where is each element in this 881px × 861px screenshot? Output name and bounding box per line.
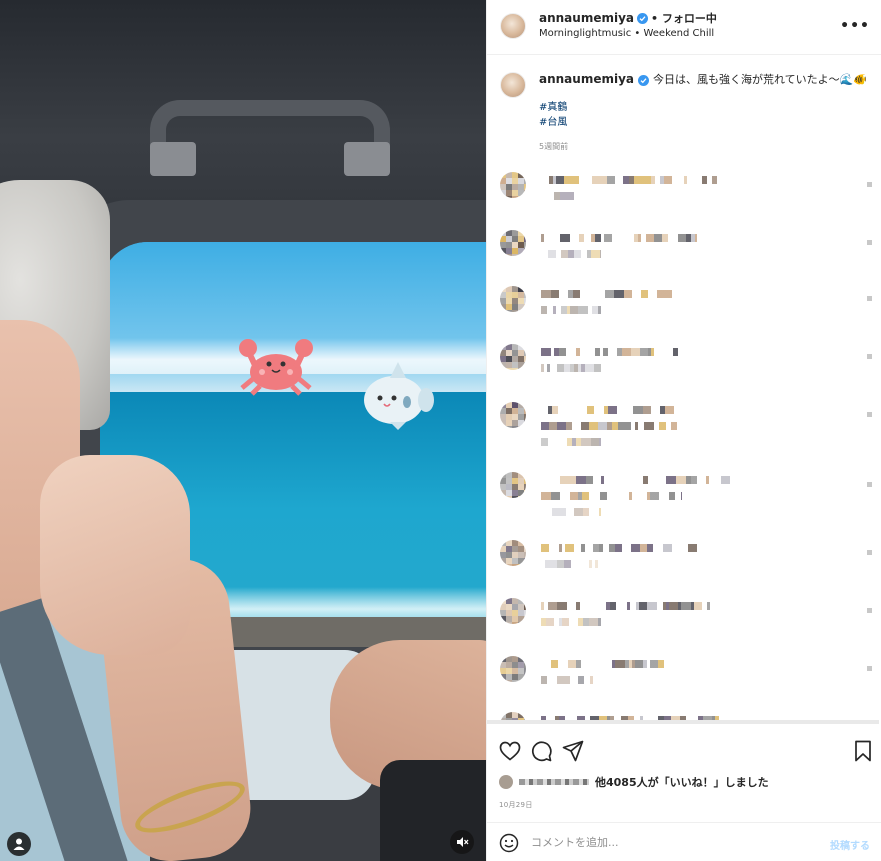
comment-row[interactable] <box>487 594 881 650</box>
caption-body: 今日は、風も強く海が荒れていたよ〜🌊🐠 <box>653 73 868 86</box>
pixelated-comment-meta <box>541 560 601 568</box>
share-button[interactable] <box>562 740 584 762</box>
heart-icon <box>499 741 521 761</box>
comment-row[interactable] <box>487 398 881 454</box>
pixelated-comment-text <box>541 406 675 414</box>
commenter-avatar[interactable] <box>500 344 526 370</box>
comment-row[interactable] <box>487 226 881 282</box>
pixelated-comment-meta <box>541 192 601 200</box>
person-hand <box>40 455 190 655</box>
pixelated-comment-text <box>541 422 677 430</box>
pixelated-comment-text <box>541 492 682 500</box>
comment-like-button[interactable] <box>867 240 872 245</box>
pixelated-comment-text <box>541 544 701 552</box>
comment-like-button[interactable] <box>867 666 872 671</box>
pixelated-comment-text <box>541 290 677 298</box>
verified-badge-icon <box>637 12 649 24</box>
commenter-avatar[interactable] <box>500 402 526 428</box>
likes-count-text[interactable]: 他4085人が「いいね！」しました <box>595 774 769 790</box>
sunfish-sticker-icon <box>360 360 436 434</box>
like-button[interactable] <box>499 740 521 762</box>
pixelated-comment-text <box>541 234 697 242</box>
pixelated-comment-meta <box>541 306 601 314</box>
pixelated-comment-meta <box>541 438 601 446</box>
pixelated-comment-text <box>541 602 713 610</box>
follow-status[interactable]: • フォロー中 <box>651 10 717 26</box>
emoji-button[interactable] <box>499 833 519 853</box>
comment-like-button[interactable] <box>867 608 872 613</box>
pixelated-comment-meta <box>541 250 601 258</box>
pixelated-comment-meta <box>541 508 601 516</box>
crab-sticker-icon <box>236 334 316 400</box>
pixelated-comment-text <box>541 176 719 184</box>
commenter-avatar[interactable] <box>500 472 526 498</box>
comment-like-button[interactable] <box>867 182 872 187</box>
verified-badge-icon <box>638 75 650 86</box>
comment-row[interactable] <box>487 536 881 592</box>
commenter-avatar[interactable] <box>500 656 526 682</box>
action-bar <box>487 730 881 770</box>
post-date[interactable]: 10月29日 <box>499 800 533 810</box>
commenter-avatar[interactable] <box>500 598 526 624</box>
liker-avatar <box>499 775 513 789</box>
more-options-button[interactable]: ••• <box>840 18 870 34</box>
bookmark-icon <box>855 740 871 762</box>
speaker-muted-icon <box>457 837 469 847</box>
comment-input[interactable] <box>531 832 811 852</box>
hashtags: #真鶴 #台風 <box>539 100 567 130</box>
commenter-avatar[interactable] <box>500 540 526 566</box>
comment-row[interactable] <box>487 652 881 708</box>
commenter-avatar[interactable] <box>500 286 526 312</box>
likes-summary[interactable]: 他4085人が「いいね！」しました <box>499 774 769 790</box>
comment-row[interactable] <box>487 168 881 224</box>
post-side-panel: annaumemiya • フォロー中 Morninglightmusic • … <box>486 0 881 861</box>
comment-like-button[interactable] <box>867 482 872 487</box>
header-user-line: annaumemiya • フォロー中 <box>539 10 717 26</box>
post-comment-button[interactable]: 投稿する <box>830 837 870 852</box>
paper-plane-icon <box>562 740 584 762</box>
user-tag-button[interactable] <box>7 832 31 856</box>
comment-row[interactable] <box>487 340 881 396</box>
grab-handle <box>150 100 390 176</box>
comment-like-button[interactable] <box>867 354 872 359</box>
comment-like-button[interactable] <box>867 296 872 301</box>
comment-row[interactable] <box>487 468 881 524</box>
user-icon <box>13 838 25 850</box>
post-media[interactable] <box>0 0 486 861</box>
hashtag-link[interactable]: #台風 <box>539 115 567 130</box>
caption-username[interactable]: annaumemiya <box>539 72 634 86</box>
save-button[interactable] <box>852 740 874 762</box>
avatar[interactable] <box>500 13 526 39</box>
comment-bubble-icon <box>532 741 552 762</box>
commenter-avatar[interactable] <box>500 172 526 198</box>
pixelated-comment-meta <box>541 364 601 372</box>
post-header: annaumemiya • フォロー中 Morninglightmusic • … <box>487 0 881 55</box>
pixelated-comment-text <box>541 660 664 668</box>
comments-scroll-edge <box>487 720 879 724</box>
commenter-avatar[interactable] <box>500 230 526 256</box>
hashtag-link[interactable]: #真鶴 <box>539 100 567 115</box>
smiley-icon <box>499 833 519 853</box>
comment-like-button[interactable] <box>867 550 872 555</box>
caption-text: annaumemiya 今日は、風も強く海が荒れていたよ〜🌊🐠 <box>539 72 869 87</box>
caption-avatar[interactable] <box>500 72 526 98</box>
comment-like-button[interactable] <box>867 412 872 417</box>
pixelated-comment-text <box>541 348 678 356</box>
header-username[interactable]: annaumemiya <box>539 11 634 25</box>
comment-row[interactable] <box>487 282 881 338</box>
mute-button[interactable] <box>450 830 474 854</box>
pixelated-liker-names <box>519 779 589 785</box>
add-comment-bar: 投稿する <box>487 822 881 861</box>
comments-list[interactable] <box>487 168 881 720</box>
comment-button[interactable] <box>530 740 552 762</box>
comment-row[interactable] <box>487 708 881 720</box>
commenter-avatar[interactable] <box>500 712 526 720</box>
pixelated-comment-text <box>541 476 730 484</box>
pixelated-comment-meta <box>541 676 601 684</box>
caption-time: 5週間前 <box>539 142 569 151</box>
pixelated-comment-meta <box>541 618 601 626</box>
audio-attribution[interactable]: Morninglightmusic • Weekend Chill <box>539 28 714 39</box>
